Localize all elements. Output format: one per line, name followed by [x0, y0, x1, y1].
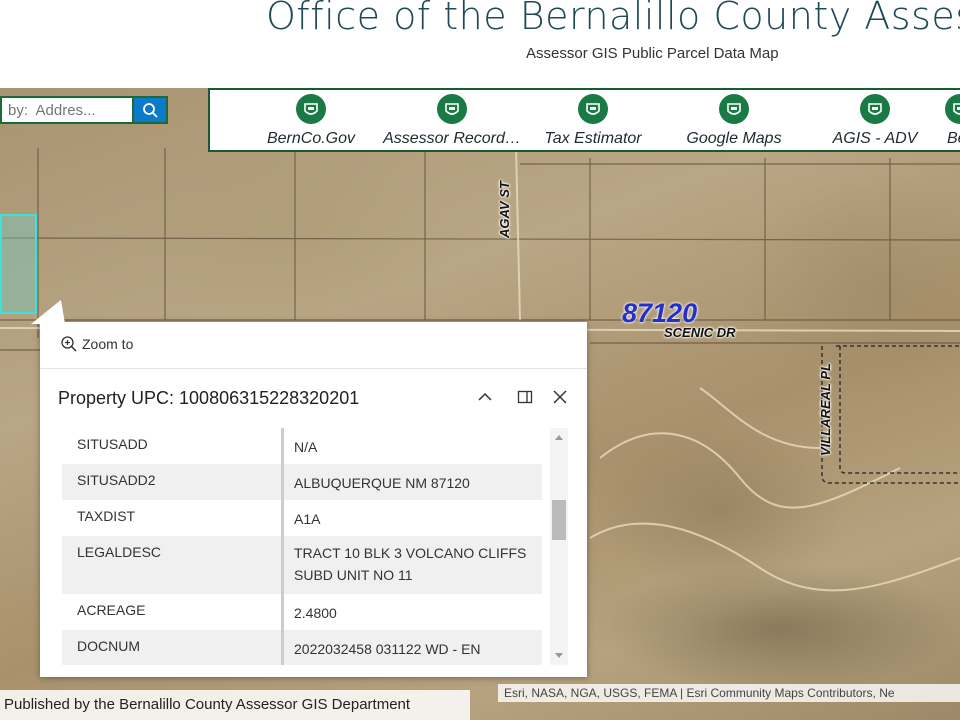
table-row: DOCNUM 2022032458 031122 WD - EN [62, 630, 542, 665]
table-row: TAXDIST A1A [62, 500, 542, 536]
bernco-logo-icon [578, 94, 608, 124]
header: Office of the Bernalillo County Assessor… [0, 0, 960, 88]
collapse-button[interactable] [474, 386, 496, 408]
tool-label: Be [947, 130, 960, 147]
field-value: 2.4800 [294, 605, 337, 621]
tool-truncated[interactable]: Be [941, 94, 960, 148]
scrollbar-thumb[interactable] [552, 500, 566, 540]
field-name: ACREAGE [62, 594, 284, 630]
zoom-to-label: Zoom to [82, 336, 134, 352]
field-value: ALBUQUERQUE NM 87120 [294, 475, 470, 491]
map-attribution: Esri, NASA, NGA, USGS, FEMA | Esri Commu… [498, 684, 960, 702]
street-label-agav: AGAV ST [497, 181, 512, 238]
link-toolbar: BernCo.Gov Assessor Record… Tax Estimato… [208, 88, 960, 152]
field-name: LEGALDESC [62, 536, 284, 594]
tool-agis-adv[interactable]: AGIS - ADV [800, 94, 950, 148]
bernco-logo-icon [945, 94, 960, 124]
page-subtitle: Assessor GIS Public Parcel Data Map [526, 45, 779, 62]
tool-tax-estimator[interactable]: Tax Estimator [518, 94, 668, 148]
table-row: LEGALDESC TRACT 10 BLK 3 VOLCANO CLIFFS … [62, 536, 542, 594]
search-button[interactable] [134, 98, 166, 122]
field-name: TAXDIST [62, 500, 284, 536]
tool-label: Tax Estimator [544, 130, 642, 147]
bernco-logo-icon [860, 94, 890, 124]
zoom-to-button[interactable]: Zoom to [60, 335, 133, 353]
close-button[interactable] [549, 386, 571, 408]
scroll-up-icon[interactable] [550, 430, 568, 444]
published-footer: Published by the Bernalillo County Asses… [0, 690, 470, 720]
tool-google-maps[interactable]: Google Maps [659, 94, 809, 148]
scrollbar[interactable] [550, 428, 568, 665]
divider [40, 368, 587, 369]
search-input[interactable] [2, 98, 132, 122]
property-popup: Zoom to Property UPC: 100806315228320201… [31, 300, 587, 677]
field-name: SITUSADD [62, 428, 284, 464]
dock-button[interactable] [514, 386, 536, 408]
close-icon [553, 390, 567, 404]
popup-title: Property UPC: 100806315228320201 [58, 388, 360, 408]
field-value: TRACT 10 BLK 3 VOLCANO CLIFFS SUBD UNIT … [294, 545, 527, 583]
table-row: SITUSADD N/A [62, 428, 542, 464]
dock-icon [517, 390, 533, 404]
bernco-logo-icon [437, 94, 467, 124]
search-icon [143, 103, 158, 118]
field-name: DOCNUM [62, 630, 284, 665]
attribute-table: SITUSADD N/A SITUSADD2 ALBUQUERQUE NM 87… [62, 428, 542, 665]
tool-assessor-record[interactable]: Assessor Record… [377, 94, 527, 148]
search-box [0, 96, 168, 124]
selected-parcel[interactable] [0, 214, 37, 314]
bernco-logo-icon [296, 94, 326, 124]
tool-label: AGIS - ADV [832, 130, 918, 147]
tool-label: BernCo.Gov [266, 130, 356, 147]
zoom-in-icon [61, 336, 77, 352]
table-row: SITUSADD2 ALBUQUERQUE NM 87120 [62, 464, 542, 500]
tool-berncogov[interactable]: BernCo.Gov [236, 94, 386, 148]
scroll-down-icon[interactable] [550, 649, 568, 663]
table-row: ACREAGE 2.4800 [62, 594, 542, 630]
tool-label: Google Maps [686, 130, 782, 147]
chevron-up-icon [478, 392, 492, 401]
zip-label: 87120 [622, 298, 698, 328]
page-title: Office of the Bernalillo County Assessor [266, 0, 960, 38]
field-value: 2022032458 031122 WD - EN [294, 641, 481, 657]
bernco-logo-icon [719, 94, 749, 124]
field-name: SITUSADD2 [62, 464, 284, 500]
field-value: A1A [294, 511, 321, 527]
tool-label: Assessor Record… [383, 130, 521, 147]
street-label-villareal: VILLAREAL PL [818, 363, 833, 456]
field-value: N/A [294, 439, 318, 455]
